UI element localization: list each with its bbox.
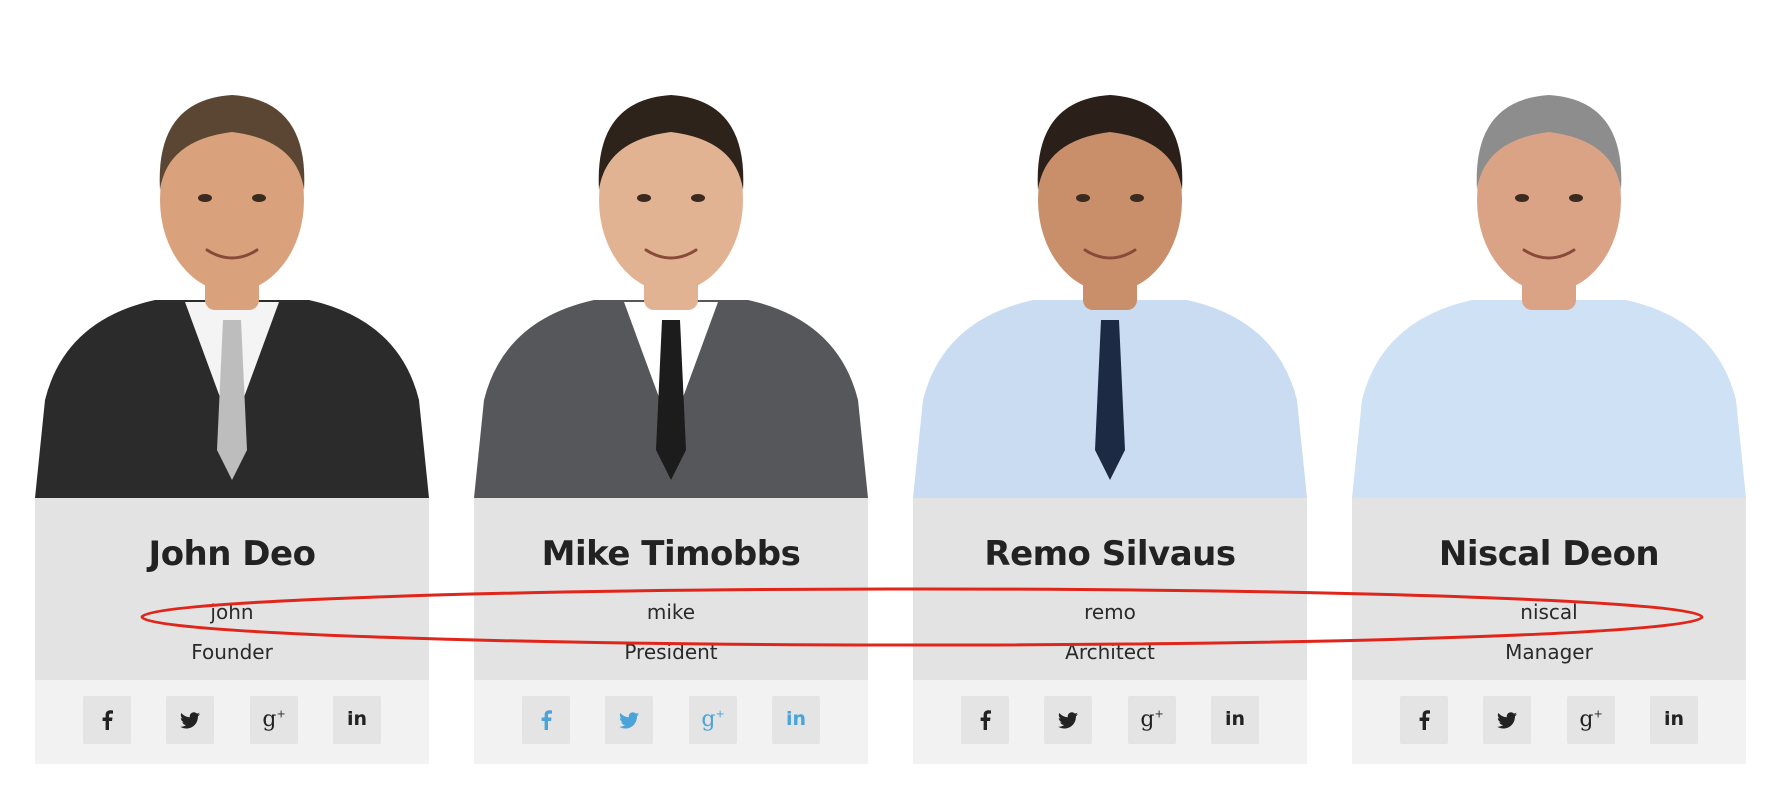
member-role: Manager — [1505, 640, 1593, 664]
linkedin-button[interactable]: in — [772, 696, 820, 744]
person-photo — [35, 70, 429, 498]
member-name: Remo Silvaus — [984, 534, 1236, 574]
member-name: John Deo — [148, 534, 316, 574]
twitter-button[interactable] — [1044, 696, 1092, 744]
person-photo — [913, 70, 1307, 498]
team-section: John Deo john Founder g+ in Mike Timobbs… — [0, 0, 1776, 788]
linkedin-button[interactable]: in — [1650, 696, 1698, 744]
google-plus-icon: g+ — [701, 707, 725, 733]
member-name: Mike Timobbs — [541, 534, 801, 574]
social-links: g+ in — [474, 680, 868, 764]
member-info: Remo Silvaus remo Architect — [913, 498, 1307, 680]
team-card: John Deo john Founder g+ in — [35, 70, 429, 764]
member-username: niscal — [1520, 600, 1578, 624]
facebook-button[interactable] — [1400, 696, 1448, 744]
twitter-button[interactable] — [605, 696, 653, 744]
google-plus-icon: g+ — [262, 707, 286, 733]
social-links: g+ in — [913, 680, 1307, 764]
twitter-button[interactable] — [166, 696, 214, 744]
twitter-icon — [619, 711, 639, 729]
linkedin-icon: in — [1663, 708, 1685, 730]
twitter-button[interactable] — [1483, 696, 1531, 744]
facebook-icon — [978, 710, 992, 730]
social-links: g+ in — [1352, 680, 1746, 764]
twitter-icon — [1058, 711, 1078, 729]
facebook-icon — [100, 710, 114, 730]
facebook-icon — [539, 710, 553, 730]
team-card: Remo Silvaus remo Architect g+ in — [913, 70, 1307, 764]
google-plus-button[interactable]: g+ — [1567, 696, 1615, 744]
team-card: Niscal Deon niscal Manager g+ in — [1352, 70, 1746, 764]
linkedin-button[interactable]: in — [1211, 696, 1259, 744]
member-role: Founder — [191, 640, 273, 664]
person-photo — [1352, 70, 1746, 498]
linkedin-icon: in — [346, 708, 368, 730]
google-plus-icon: g+ — [1579, 707, 1603, 733]
member-info: John Deo john Founder — [35, 498, 429, 680]
team-card: Mike Timobbs mike President g+ in — [474, 70, 868, 764]
google-plus-button[interactable]: g+ — [250, 696, 298, 744]
member-username: mike — [646, 600, 696, 624]
twitter-icon — [1497, 711, 1517, 729]
linkedin-button[interactable]: in — [333, 696, 381, 744]
linkedin-icon: in — [1224, 708, 1246, 730]
linkedin-icon: in — [785, 708, 807, 730]
twitter-icon — [180, 711, 200, 729]
member-role: President — [624, 640, 718, 664]
member-name: Niscal Deon — [1438, 534, 1660, 574]
facebook-icon — [1417, 710, 1431, 730]
social-links: g+ in — [35, 680, 429, 764]
google-plus-icon: g+ — [1140, 707, 1164, 733]
facebook-button[interactable] — [522, 696, 570, 744]
member-info: Niscal Deon niscal Manager — [1352, 498, 1746, 680]
facebook-button[interactable] — [83, 696, 131, 744]
member-username: john — [210, 600, 254, 624]
member-role: Architect — [1065, 640, 1155, 664]
person-photo — [474, 70, 868, 498]
google-plus-button[interactable]: g+ — [1128, 696, 1176, 744]
google-plus-button[interactable]: g+ — [689, 696, 737, 744]
member-username: remo — [1084, 600, 1136, 624]
member-info: Mike Timobbs mike President — [474, 498, 868, 680]
facebook-button[interactable] — [961, 696, 1009, 744]
